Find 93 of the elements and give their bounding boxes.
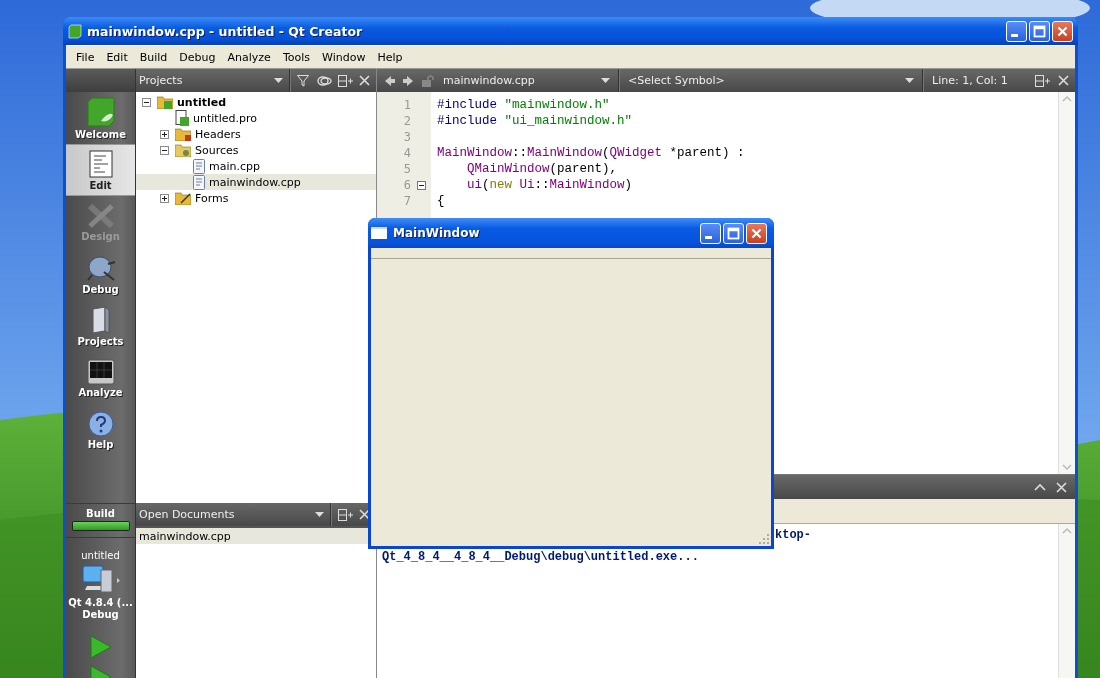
build-label: Build xyxy=(86,508,115,519)
tree-item[interactable]: untitled xyxy=(136,94,376,110)
window-title: mainwindow.cpp - untitled - Qt Creator xyxy=(87,23,363,39)
project-file-icon xyxy=(175,110,189,126)
qt-logo-icon xyxy=(68,23,82,39)
tree-item[interactable]: main.cpp xyxy=(136,158,376,174)
close-icon[interactable] xyxy=(1058,75,1069,86)
menu-item[interactable]: Debug xyxy=(173,50,222,64)
menu-item[interactable]: Window xyxy=(316,50,372,64)
scrollbar[interactable] xyxy=(1058,524,1075,678)
maximize-button[interactable] xyxy=(1029,20,1050,42)
output-line: Qt_4_8_4__4_8_4__Debug\debug\untitled.exe... xyxy=(382,550,699,564)
line-number: 3 xyxy=(402,130,411,144)
kit-name: Qt 4.8.4 (... xyxy=(68,597,133,609)
close-button[interactable] xyxy=(1052,20,1073,42)
build-config: Debug xyxy=(82,609,119,621)
collapse-toggle-icon[interactable] xyxy=(160,145,169,155)
tree-item[interactable]: Sources xyxy=(136,142,376,158)
menu-item[interactable]: Edit xyxy=(100,50,134,64)
window-icon xyxy=(371,227,387,239)
menu-item[interactable]: Build xyxy=(133,50,174,64)
tree-item[interactable]: Headers xyxy=(136,126,376,142)
maximize-button[interactable] xyxy=(723,222,744,244)
line-number: 4 xyxy=(402,146,411,160)
document-icon xyxy=(88,149,113,178)
mode-tab[interactable]: Help xyxy=(66,404,135,456)
close-icon[interactable] xyxy=(359,75,370,86)
pencil-ruler-icon xyxy=(86,202,115,229)
dropdown-caret-icon[interactable] xyxy=(905,77,914,84)
tree-item[interactable]: untitled.pro xyxy=(136,110,376,126)
mode-tab[interactable]: Welcome xyxy=(66,92,135,144)
text-file-icon xyxy=(193,174,205,190)
line-number: 5 xyxy=(402,162,411,176)
code-line: ui(new Ui::MainWindow) xyxy=(466,178,633,192)
project-name: untitled xyxy=(81,550,120,561)
close-button[interactable] xyxy=(746,222,767,244)
folder-icon xyxy=(175,191,191,205)
menu-item[interactable]: Tools xyxy=(276,50,316,64)
bug-icon xyxy=(85,253,116,282)
help-icon xyxy=(87,410,114,437)
code-line: #include "ui_mainwindow.h" xyxy=(437,114,633,128)
split-icon[interactable] xyxy=(338,508,353,521)
file-selector[interactable]: mainwindow.cpp xyxy=(443,74,593,87)
tree-item[interactable]: mainwindow.cpp xyxy=(136,174,376,190)
mode-tab[interactable]: Projects xyxy=(66,300,135,352)
menu-item[interactable]: File xyxy=(70,50,101,64)
text-file-icon xyxy=(193,158,205,174)
code-line: { xyxy=(437,194,445,208)
resize-grip-icon[interactable] xyxy=(759,534,770,545)
minimize-icon xyxy=(705,235,712,239)
expand-toggle-icon[interactable] xyxy=(160,129,169,139)
project-folder-icon xyxy=(157,95,173,109)
close-icon[interactable] xyxy=(1056,481,1067,493)
dropdown-caret-icon[interactable] xyxy=(315,511,324,518)
link-icon[interactable] xyxy=(317,74,332,87)
menu-item[interactable]: Analyze xyxy=(221,50,277,64)
maximize-pane-icon[interactable] xyxy=(1034,483,1046,491)
code-line: #include "mainwindow.h" xyxy=(437,98,610,112)
window-title: MainWindow xyxy=(393,226,480,240)
minimize-button[interactable] xyxy=(1006,20,1027,42)
mode-tab[interactable]: Debug xyxy=(66,248,135,300)
dropdown-caret-icon[interactable] xyxy=(274,77,283,84)
dropdown-caret-icon[interactable] xyxy=(601,77,610,84)
output-line: ktop- xyxy=(775,528,811,542)
line-number: 6 xyxy=(402,178,411,192)
folder-icon xyxy=(175,143,191,157)
symbol-selector[interactable]: <Select Symbol> xyxy=(628,74,897,87)
collapse-toggle-icon[interactable] xyxy=(142,97,151,107)
minimize-icon xyxy=(1011,33,1018,37)
line-number: 2 xyxy=(402,114,411,128)
expand-toggle-icon[interactable] xyxy=(160,193,169,203)
code-line: MainWindow::MainWindow(QWidget *parent) : xyxy=(437,146,745,160)
fold-toggle-icon[interactable] xyxy=(416,180,426,190)
qt-logo-icon xyxy=(86,96,115,127)
filter-icon[interactable] xyxy=(297,74,311,87)
forward-arrow-icon[interactable] xyxy=(403,75,413,86)
close-icon[interactable] xyxy=(359,509,370,520)
tree-item[interactable]: Forms xyxy=(136,190,376,206)
mode-tab[interactable]: Edit xyxy=(66,144,135,196)
split-icon[interactable] xyxy=(1035,74,1050,87)
back-arrow-icon[interactable] xyxy=(385,75,395,86)
minimize-button[interactable] xyxy=(700,222,721,244)
monitor-icon xyxy=(86,358,115,385)
menu-item[interactable]: Help xyxy=(371,50,409,64)
mode-bar-header xyxy=(66,69,135,92)
mode-tab[interactable]: Analyze xyxy=(66,352,135,404)
run-icon[interactable] xyxy=(89,635,112,659)
line-number: 7 xyxy=(402,194,411,208)
folder-icon xyxy=(175,127,191,141)
code-line: QMainWindow(parent), xyxy=(466,162,618,176)
cursor-position[interactable]: Line: 1, Col: 1 xyxy=(932,74,1027,87)
line-number: 1 xyxy=(402,98,411,112)
split-icon[interactable] xyxy=(338,74,353,87)
